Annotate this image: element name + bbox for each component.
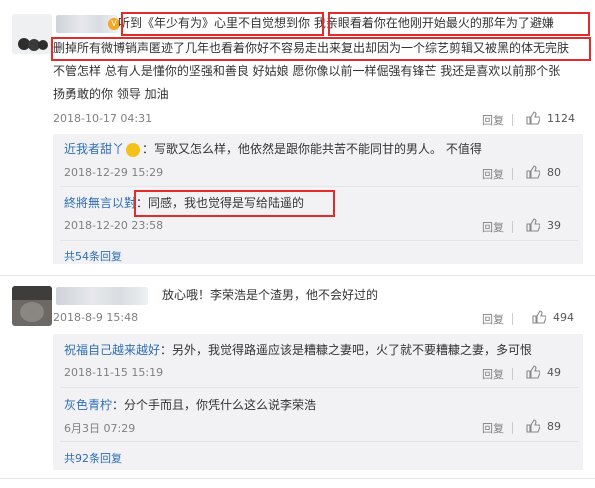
- separator: [512, 221, 513, 233]
- reply-divider: [60, 387, 578, 388]
- reply-button[interactable]: 回复: [482, 112, 504, 128]
- comment-body-line: 不管怎样 总有人是懂你的坚强和善良 好姑娘 愿你像以前一样倔强有锋芒 我还是喜欢…: [53, 64, 561, 78]
- like-count: 49: [547, 366, 561, 379]
- reply-divider: [60, 441, 578, 442]
- highlight-box: [51, 37, 591, 61]
- reply-button[interactable]: 回复: [482, 311, 504, 327]
- reply-time: 6月3日 07:29: [64, 422, 136, 435]
- comment-body-line: 扬勇敢的你 领导 加油: [53, 87, 169, 101]
- reply-time: 2018-12-20 23:58: [64, 219, 164, 232]
- like-icon[interactable]: [532, 310, 546, 324]
- reply-username[interactable]: 終將無言以對: [64, 196, 136, 210]
- reply-time: 2018-11-15 15:19: [64, 366, 164, 379]
- like-icon[interactable]: [526, 111, 540, 125]
- more-replies-link[interactable]: 共54条回复: [64, 248, 122, 264]
- username-blurred[interactable]: [56, 287, 148, 305]
- like-icon[interactable]: [526, 165, 540, 179]
- reply-button[interactable]: 回复: [482, 166, 504, 182]
- like-count: 80: [547, 166, 561, 179]
- avatar-image: [12, 14, 52, 54]
- highlight-box: [134, 190, 335, 217]
- reply-button[interactable]: 回复: [482, 219, 504, 235]
- reply-time: 2018-12-29 15:29: [64, 166, 164, 179]
- reply-username[interactable]: 灰色青柠: [64, 398, 112, 412]
- comment-time: 2018-8-9 15:48: [53, 311, 139, 324]
- reply-button[interactable]: 回复: [482, 420, 504, 436]
- avatar[interactable]: [12, 14, 52, 54]
- avatar[interactable]: [12, 286, 52, 326]
- comment-body: 放心哦！李荣浩是个渣男，他不会好过的: [162, 288, 379, 302]
- like-icon[interactable]: [526, 419, 540, 433]
- highlight-box: [121, 12, 324, 36]
- reply-text: 祝福自己越来越好：另外，我觉得路遥应该是糟糠之妻吧，火了就不要糟糠之妻，多可恨: [64, 343, 533, 357]
- comment-divider: [0, 478, 595, 479]
- separator: [512, 422, 513, 434]
- like-icon[interactable]: [526, 218, 540, 232]
- separator: [512, 368, 513, 380]
- sunglasses-emoji-icon: [126, 142, 141, 157]
- avatar-image: [12, 286, 52, 326]
- like-count: 39: [547, 219, 561, 232]
- reply-username[interactable]: 近我者甜丫: [64, 142, 124, 156]
- reply-text: 近我者甜丫 ：写歌又怎么样，他依然是跟你能共苦不能同甘的男人。 不值得: [64, 142, 482, 157]
- reply-content: 写歌又怎么样，他依然是跟你能共苦不能同甘的男人。 不值得: [154, 142, 482, 156]
- highlight-box: [328, 12, 590, 36]
- separator: [512, 114, 513, 126]
- reply-content: 分个手而且，你凭什么这么说李荣浩: [124, 398, 317, 412]
- reply-username[interactable]: 祝福自己越来越好: [64, 343, 160, 357]
- like-count: 494: [553, 311, 574, 324]
- reply-divider: [60, 186, 578, 187]
- comment-time: 2018-10-17 04:31: [53, 112, 153, 125]
- more-replies-link[interactable]: 共92条回复: [64, 450, 122, 466]
- like-icon[interactable]: [526, 365, 540, 379]
- reply-button[interactable]: 回复: [482, 366, 504, 382]
- reply-content: 另外，我觉得路遥应该是糟糠之妻吧，火了就不要糟糠之妻，多可恨: [172, 343, 533, 357]
- like-count: 89: [547, 420, 561, 433]
- reply-text: 灰色青柠：分个手而且，你凭什么这么说李荣浩: [64, 398, 317, 412]
- separator: [512, 313, 513, 325]
- reply-divider: [60, 240, 578, 241]
- like-count: 1124: [547, 112, 575, 125]
- comment-divider: [0, 275, 595, 276]
- separator: [512, 168, 513, 180]
